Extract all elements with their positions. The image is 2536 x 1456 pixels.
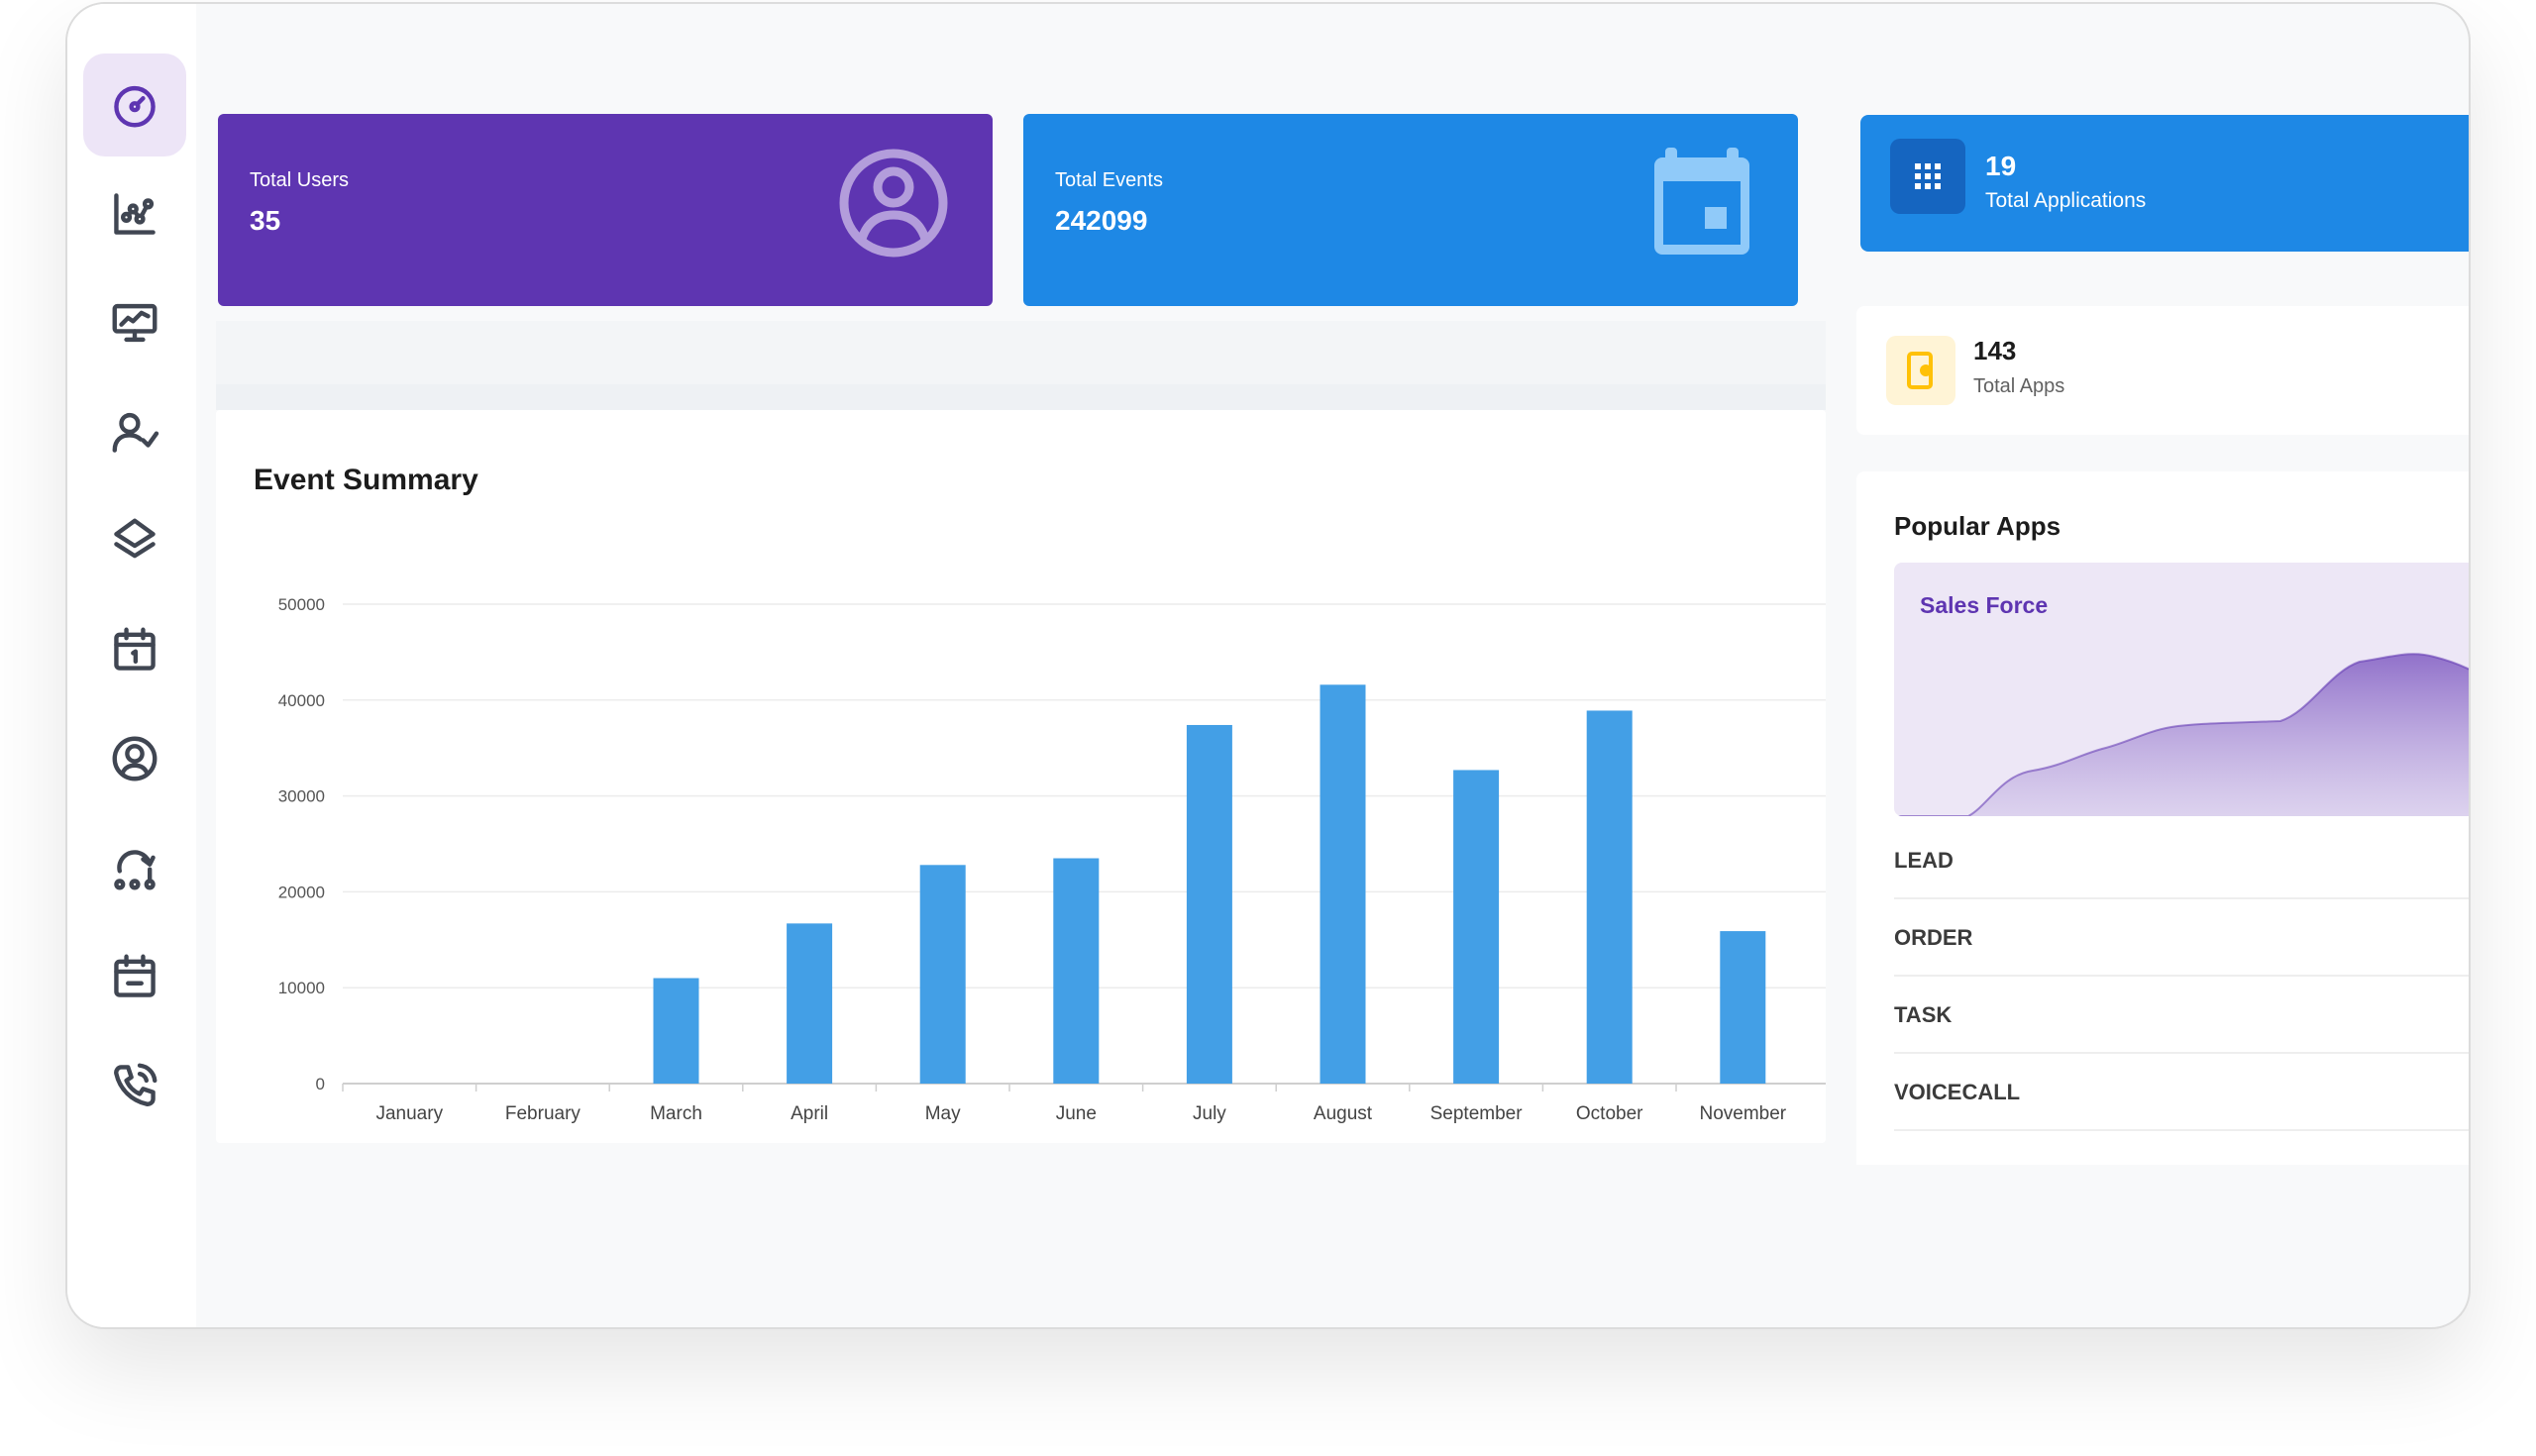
- app-row-label: VOICECALL: [1894, 1080, 2021, 1104]
- app-row-task[interactable]: TASK: [1894, 977, 2469, 1054]
- popular-apps-card: Popular Apps Sales Force LEAD ORDER TASK…: [1856, 471, 2469, 1165]
- user-circle-icon: [839, 149, 948, 258]
- x-tick-label: October: [1576, 1103, 1643, 1124]
- total-applications-label: Total Applications: [1985, 189, 2147, 212]
- x-tick-label: September: [1430, 1103, 1524, 1124]
- nav-monitor[interactable]: [83, 271, 186, 374]
- layers-icon: [114, 518, 156, 559]
- chart-bar: [1586, 710, 1633, 1084]
- calendar-icon: [114, 627, 156, 671]
- nav-account[interactable]: [83, 707, 186, 810]
- total-apps-label: Total Apps: [1973, 375, 2065, 397]
- nav-schedule[interactable]: [83, 925, 186, 1028]
- user-check-icon: [112, 412, 159, 453]
- total-apps-card: 143 Total Apps: [1856, 306, 2469, 435]
- app-row-lead[interactable]: LEAD: [1894, 822, 2469, 899]
- dashboard-icon: [114, 85, 156, 128]
- nav-layers[interactable]: [83, 489, 186, 592]
- app-row-order[interactable]: ORDER: [1894, 899, 2469, 977]
- summary-band: [216, 321, 1826, 384]
- app-row-label: ORDER: [1894, 925, 1973, 950]
- schedule-icon: [114, 954, 156, 997]
- chart-bar: [1720, 931, 1766, 1084]
- nav-calendar[interactable]: [83, 598, 186, 701]
- chart-bar: [1320, 684, 1366, 1084]
- app-row-label: LEAD: [1894, 848, 1954, 873]
- popular-apps-title: Popular Apps: [1894, 511, 2061, 541]
- total-users-card: Total Users 35: [218, 114, 993, 306]
- event-summary-card: Event Summary 0 10000 20000 30000 40000 50000…: [216, 410, 1826, 1143]
- sales-force-label: Sales Force: [1920, 592, 2049, 618]
- sidebar: [67, 4, 196, 1327]
- total-users-label: Total Users: [250, 169, 350, 191]
- y-tick-label: 30000: [278, 787, 325, 806]
- nav-users[interactable]: [83, 380, 186, 483]
- total-users-value: 35: [250, 205, 281, 236]
- event-summary-chart: 0 10000 20000 30000 40000 50000 January Februar…: [278, 595, 1826, 1124]
- chart-bar: [1186, 724, 1232, 1084]
- nav-workflow[interactable]: [83, 816, 186, 919]
- app-row-label: TASK: [1894, 1002, 1953, 1027]
- apps-grid-icon: [1890, 139, 1965, 214]
- x-tick-label: November: [1699, 1103, 1786, 1124]
- chart-bar: [653, 978, 699, 1084]
- total-events-card: Total Events 242099: [1023, 114, 1798, 306]
- x-tick-label: May: [925, 1103, 961, 1124]
- chart-bar: [1053, 858, 1100, 1084]
- total-applications-card: 19 Total Applications: [1860, 115, 2469, 252]
- total-events-label: Total Events: [1055, 169, 1163, 191]
- account-icon: [112, 736, 158, 781]
- total-events-value: 242099: [1055, 205, 1148, 236]
- x-tick-label: April: [791, 1103, 828, 1124]
- chart-bar: [1453, 770, 1500, 1084]
- y-tick-label: 10000: [278, 979, 325, 997]
- phone-call-icon: [114, 1063, 158, 1106]
- total-apps-value: 143: [1973, 336, 2017, 365]
- y-tick-label: 20000: [278, 883, 325, 901]
- y-tick-label: 50000: [278, 595, 325, 614]
- app-window: Total Users 35 Total Events 242099 Event…: [65, 2, 2471, 1329]
- app-device-icon: [1886, 336, 1955, 405]
- x-tick-label: July: [1193, 1103, 1226, 1124]
- nav-analytics[interactable]: [83, 162, 186, 265]
- workflow-icon: [114, 850, 156, 890]
- monitor-icon: [112, 303, 158, 343]
- chart-bar: [787, 923, 833, 1084]
- analytics-icon: [114, 193, 156, 235]
- x-tick-label: March: [650, 1103, 702, 1124]
- y-tick-label: 0: [316, 1075, 325, 1093]
- x-tick-label: January: [375, 1103, 443, 1124]
- app-row-voicecall[interactable]: VOICECALL: [1894, 1054, 2469, 1131]
- nav-calls[interactable]: [83, 1034, 186, 1137]
- calendar-event-icon: [1654, 148, 1749, 255]
- summary-divider: [216, 384, 1826, 410]
- x-tick-label: June: [1056, 1103, 1097, 1124]
- total-applications-value: 19: [1985, 151, 2017, 181]
- y-tick-label: 40000: [278, 691, 325, 710]
- chart-bar: [919, 865, 966, 1084]
- x-tick-label: February: [505, 1103, 581, 1124]
- nav-dashboard[interactable]: [83, 53, 186, 156]
- x-tick-label: August: [1314, 1103, 1373, 1124]
- sales-force-tile[interactable]: Sales Force: [1894, 563, 2469, 816]
